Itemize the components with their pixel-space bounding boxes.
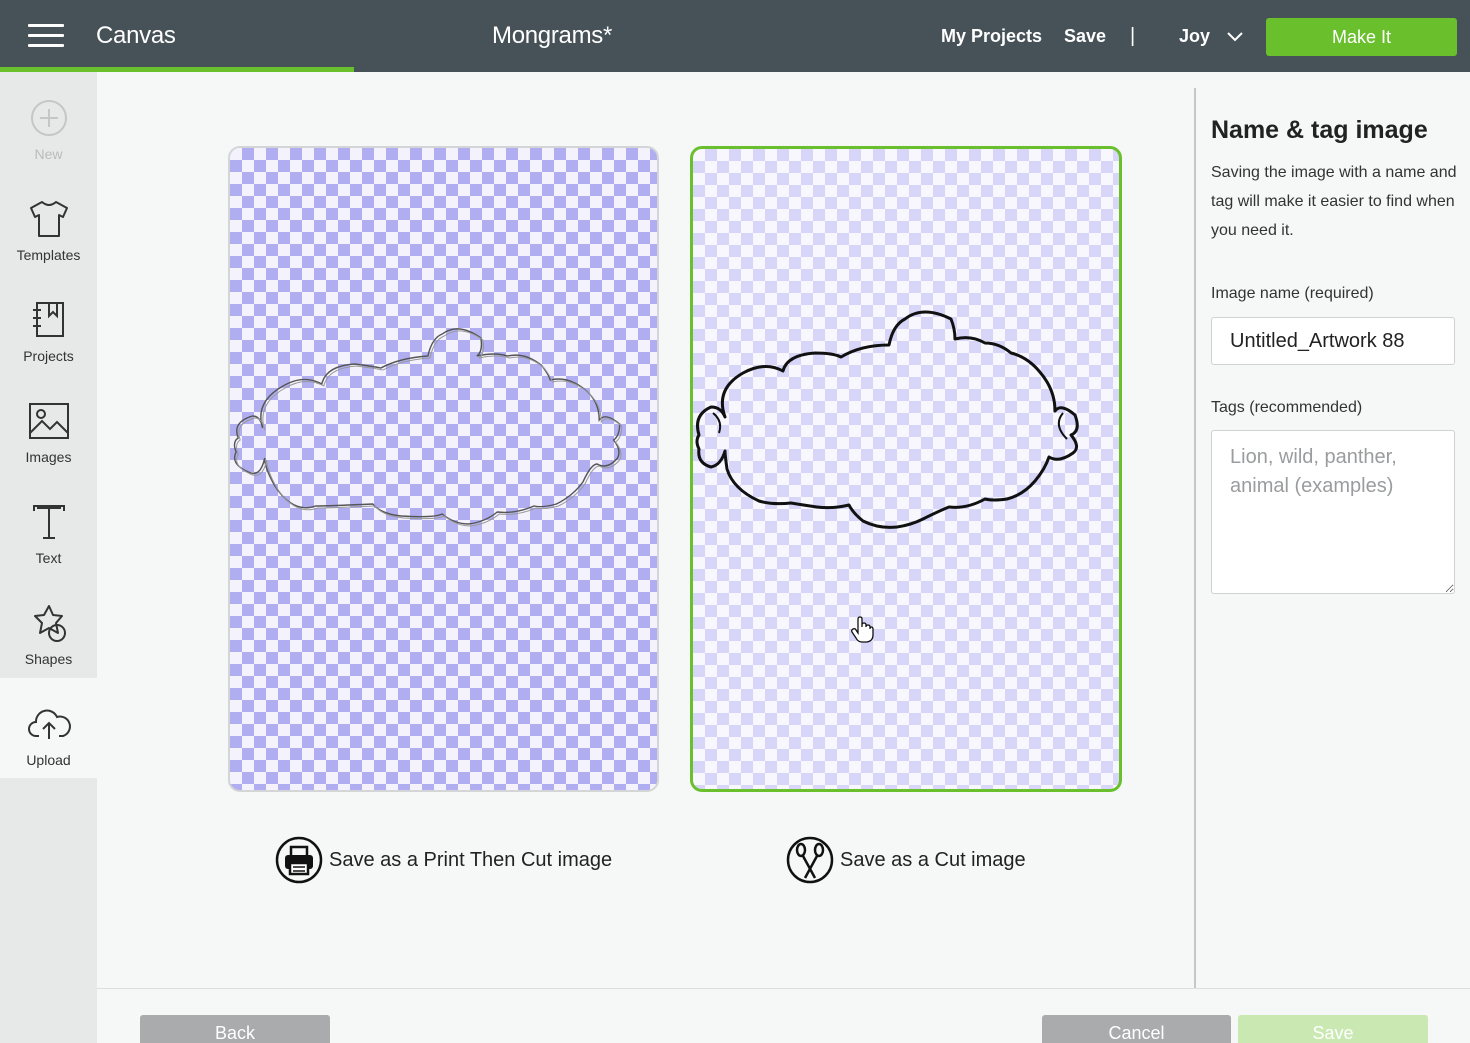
hamburger-menu-icon[interactable] <box>28 24 64 50</box>
sidebar-item-upload[interactable]: Upload <box>0 678 97 778</box>
image-name-input[interactable] <box>1211 317 1455 365</box>
my-projects-link[interactable]: My Projects <box>941 26 1042 47</box>
plus-circle-icon <box>30 100 67 136</box>
sidebar-item-images[interactable]: Images <box>0 375 97 475</box>
sidebar-item-projects[interactable]: Projects <box>0 274 97 374</box>
upload-cloud-icon <box>27 709 71 739</box>
footer-divider <box>97 988 1470 989</box>
hand-cursor-icon <box>851 616 874 643</box>
tags-input[interactable] <box>1211 430 1455 594</box>
sidebar-item-label: Images <box>25 449 72 465</box>
sidebar-item-label: Text <box>35 550 62 566</box>
panel-divider <box>1194 88 1196 988</box>
save-button[interactable]: Save <box>1238 1015 1428 1043</box>
back-button[interactable]: Back <box>140 1015 330 1043</box>
sidebar-item-text[interactable]: Text <box>0 476 97 576</box>
sidebar-item-label: Templates <box>16 247 81 263</box>
print-then-cut-label: Save as a Print Then Cut image <box>329 848 613 871</box>
sidebar-item-label: Shapes <box>24 651 73 667</box>
sidebar-item-shapes[interactable]: Shapes <box>0 577 97 677</box>
nav-separator: | <box>1130 25 1136 47</box>
cut-preview-card-selected[interactable] <box>690 146 1122 792</box>
app-title: Canvas <box>96 22 176 49</box>
user-name: Joy <box>1179 26 1211 46</box>
printer-icon <box>275 836 323 884</box>
image-icon <box>28 403 69 439</box>
chevron-down-icon <box>1227 31 1243 41</box>
panel-description: Saving the image with a name and tag wil… <box>1211 164 1457 239</box>
scissors-icon <box>786 836 834 884</box>
user-menu[interactable]: Joy <box>1179 26 1244 47</box>
save-cut-option[interactable]: Save as a Cut image <box>786 836 1026 884</box>
cancel-button[interactable]: Cancel <box>1042 1015 1231 1043</box>
tshirt-icon <box>29 201 68 237</box>
sidebar-item-label: New <box>34 146 63 162</box>
sidebar-item-label: Projects <box>23 348 74 364</box>
print-then-cut-preview-card[interactable] <box>228 146 659 792</box>
image-name-label: Image name (required) <box>1211 285 1374 302</box>
save-print-then-cut-option[interactable]: Save as a Print Then Cut image <box>275 836 612 884</box>
sidebar-item-label: Upload <box>26 752 71 768</box>
sidebar-item-templates[interactable]: Templates <box>0 173 97 273</box>
label-frame-outline <box>695 310 1079 529</box>
label-frame-outline <box>233 328 623 527</box>
panel-title: Name & tag image <box>1211 116 1428 144</box>
text-icon <box>32 505 65 539</box>
top-bar: Canvas Mongrams* My Projects Save | Joy … <box>0 0 1470 72</box>
document-title: Mongrams* <box>492 22 613 49</box>
shapes-icon <box>33 605 66 642</box>
make-it-button[interactable]: Make It <box>1266 18 1457 56</box>
sidebar-item-new[interactable]: New <box>0 72 97 172</box>
save-link[interactable]: Save <box>1064 26 1106 47</box>
projects-icon <box>32 302 64 337</box>
tags-label: Tags (recommended) <box>1211 399 1363 416</box>
sidebar: New Templates Projects Images Text Shape… <box>0 72 97 1043</box>
cut-image-label: Save as a Cut image <box>840 848 1026 871</box>
